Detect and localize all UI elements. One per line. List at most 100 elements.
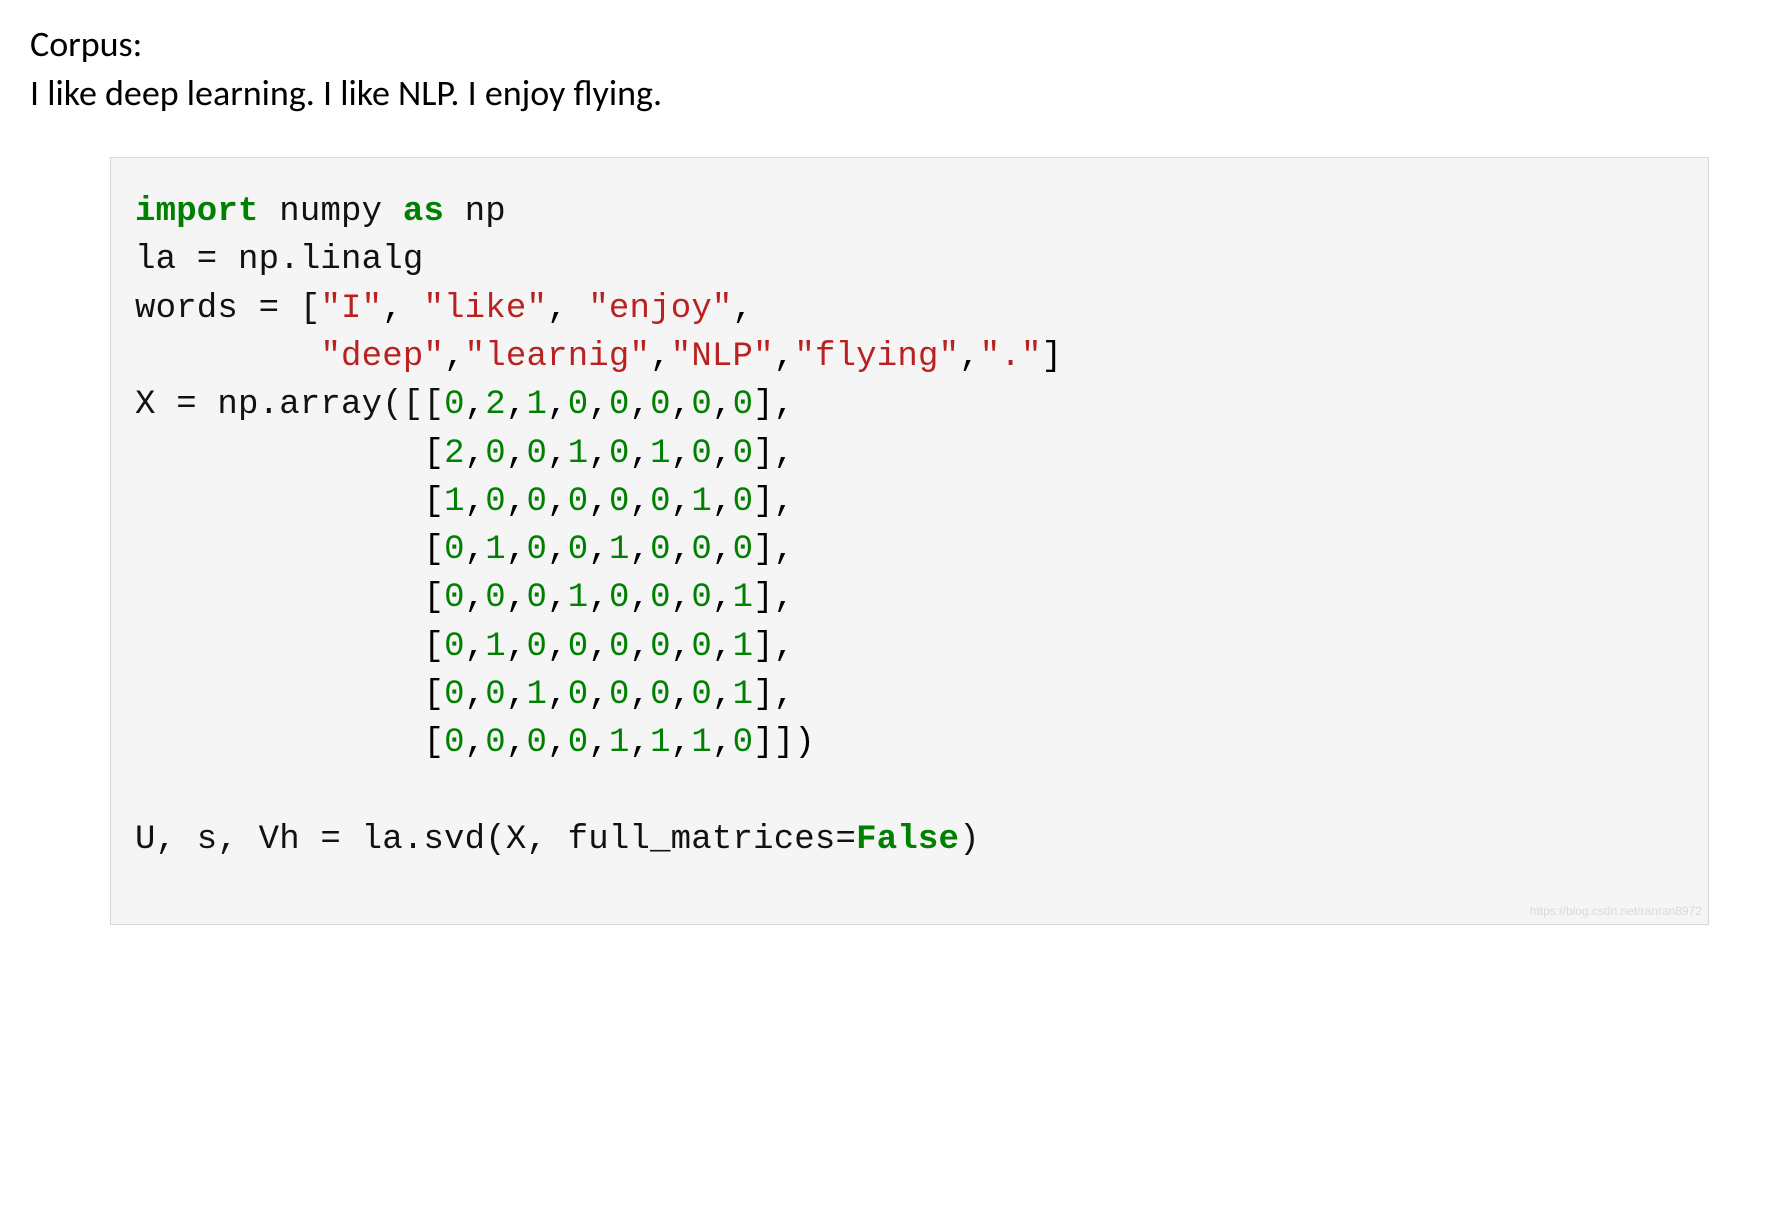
- n: 0: [733, 724, 754, 762]
- n: 0: [485, 676, 506, 714]
- n: 0: [650, 579, 671, 617]
- header-block: Corpus: I like deep learning. I like NLP…: [30, 20, 1749, 117]
- c: ,: [630, 628, 651, 666]
- watermark: https://blog.csdn.net/ranran8972: [1530, 903, 1702, 920]
- n: 1: [609, 531, 630, 569]
- n: 0: [609, 483, 630, 521]
- n: 0: [650, 483, 671, 521]
- row-close: ],: [753, 676, 794, 714]
- n: 0: [444, 579, 465, 617]
- corpus-text: I like deep learning. I like NLP. I enjo…: [30, 69, 1749, 118]
- assign-la: la = np.linalg: [135, 241, 423, 279]
- row-indent: [: [135, 531, 444, 569]
- c: ,: [588, 579, 609, 617]
- row-close: ],: [753, 628, 794, 666]
- c: ,: [712, 676, 733, 714]
- row-close: ],: [753, 435, 794, 473]
- n: 0: [527, 628, 548, 666]
- c: ,: [547, 676, 568, 714]
- n: 0: [609, 386, 630, 424]
- c: ,: [465, 435, 486, 473]
- c: ,: [506, 676, 527, 714]
- comma: ,: [382, 290, 423, 328]
- keyword-import: import: [135, 193, 259, 231]
- c: ,: [671, 628, 692, 666]
- row-indent: [: [135, 435, 444, 473]
- c: ,: [547, 435, 568, 473]
- c: ,: [588, 676, 609, 714]
- words-prefix: words = [: [135, 290, 320, 328]
- c: ,: [588, 724, 609, 762]
- module-numpy: numpy: [279, 193, 382, 231]
- row-indent: [: [135, 579, 444, 617]
- comma: ,: [733, 290, 754, 328]
- n: 0: [527, 435, 548, 473]
- n: 0: [485, 435, 506, 473]
- c: ,: [671, 676, 692, 714]
- c: ,: [506, 531, 527, 569]
- comma: ,: [444, 338, 465, 376]
- n: 0: [485, 579, 506, 617]
- c: ,: [465, 531, 486, 569]
- c: ,: [630, 435, 651, 473]
- n: 0: [444, 628, 465, 666]
- comma: ,: [959, 338, 980, 376]
- n: 2: [485, 386, 506, 424]
- array-prefix: X = np.array([[: [135, 386, 444, 424]
- code-block: import numpy as np la = np.linalg words …: [110, 157, 1709, 925]
- row-indent: [: [135, 628, 444, 666]
- n: 0: [691, 676, 712, 714]
- close-bracket: ]: [1042, 338, 1063, 376]
- n: 0: [733, 386, 754, 424]
- c: ,: [506, 435, 527, 473]
- n: 0: [609, 676, 630, 714]
- c: ,: [465, 483, 486, 521]
- n: 1: [733, 579, 754, 617]
- c: ,: [588, 628, 609, 666]
- str-like: "like": [423, 290, 547, 328]
- c: ,: [506, 579, 527, 617]
- c: ,: [712, 386, 733, 424]
- c: ,: [465, 628, 486, 666]
- c: ,: [671, 579, 692, 617]
- n: 0: [444, 531, 465, 569]
- svd-suffix: ): [959, 821, 980, 859]
- c: ,: [547, 724, 568, 762]
- c: ,: [506, 386, 527, 424]
- str-dot: ".": [980, 338, 1042, 376]
- c: ,: [630, 386, 651, 424]
- comma: ,: [774, 338, 795, 376]
- svd-prefix: U, s, Vh = la.svd(X, full_matrices=: [135, 821, 856, 859]
- c: ,: [588, 386, 609, 424]
- n: 1: [485, 628, 506, 666]
- n: 0: [650, 628, 671, 666]
- c: ,: [465, 579, 486, 617]
- c: ,: [465, 724, 486, 762]
- n: 0: [733, 531, 754, 569]
- n: 0: [485, 724, 506, 762]
- n: 1: [691, 483, 712, 521]
- str-flying: "flying": [794, 338, 959, 376]
- n: 0: [609, 435, 630, 473]
- n: 1: [733, 628, 754, 666]
- str-NLP: "NLP": [671, 338, 774, 376]
- str-deep: "deep": [320, 338, 444, 376]
- row-indent: [: [135, 724, 444, 762]
- str-enjoy: "enjoy": [588, 290, 732, 328]
- n: 1: [568, 579, 589, 617]
- str-learnig: "learnig": [465, 338, 650, 376]
- c: ,: [712, 724, 733, 762]
- c: ,: [588, 435, 609, 473]
- n: 0: [691, 386, 712, 424]
- corpus-label: Corpus:: [30, 20, 1749, 69]
- c: ,: [547, 628, 568, 666]
- c: ,: [671, 483, 692, 521]
- c: ,: [671, 386, 692, 424]
- n: 0: [527, 579, 548, 617]
- c: ,: [547, 483, 568, 521]
- n: 0: [444, 676, 465, 714]
- n: 1: [650, 724, 671, 762]
- n: 0: [650, 676, 671, 714]
- indent: [135, 338, 320, 376]
- n: 1: [691, 724, 712, 762]
